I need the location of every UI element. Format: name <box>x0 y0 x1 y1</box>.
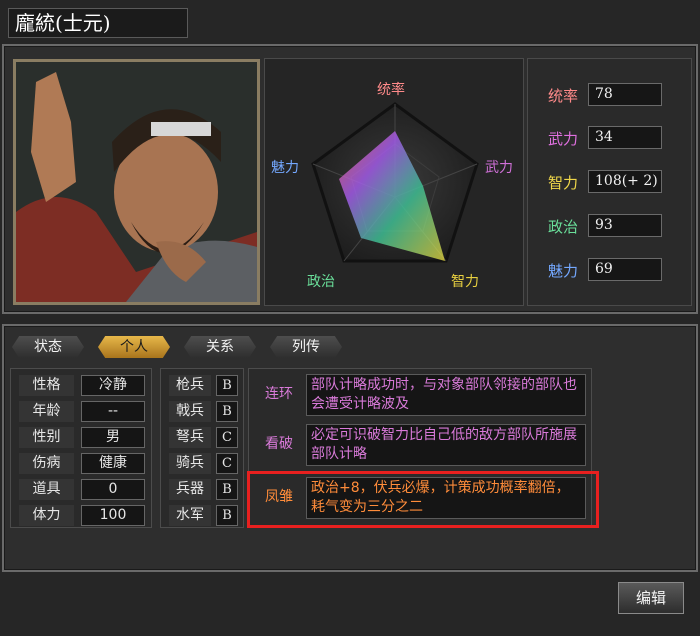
tab-relations[interactable]: 关系 <box>184 336 256 358</box>
tab-biography[interactable]: 列传 <box>270 336 342 358</box>
stat-value: 69 <box>588 258 662 281</box>
aptitude-grade: C <box>216 427 238 448</box>
info-label: 伤病 <box>19 453 74 474</box>
info-label: 性别 <box>19 427 74 448</box>
info-value: 健康 <box>81 453 145 474</box>
info-value: 0 <box>81 479 145 500</box>
edit-button[interactable]: 编辑 <box>618 582 684 614</box>
info-label: 道具 <box>19 479 74 500</box>
stat-label: 武力 <box>548 130 579 148</box>
attribute-radar-chart: 统率 武力 智力 政治 魅力 <box>264 58 524 306</box>
info-value: 冷静 <box>81 375 145 396</box>
tab-status[interactable]: 状态 <box>12 336 84 358</box>
aptitude-grade: C <box>216 453 238 474</box>
skill-description: 部队计略成功时，与对象部队邻接的部队也会遭受计略波及 <box>306 374 586 416</box>
stat-row-war: 武力 34 <box>528 126 693 150</box>
info-value: -- <box>81 401 145 422</box>
stat-value: 78 <box>588 83 662 106</box>
stat-label: 政治 <box>548 218 579 236</box>
skill-name: 连环 <box>265 386 293 402</box>
aptitude-grade: B <box>216 401 238 422</box>
stat-label: 统率 <box>548 87 579 105</box>
radar-label-lead: 统率 <box>377 82 405 98</box>
aptitude-row-cavalry: 骑兵 C <box>169 453 241 475</box>
aptitude-label: 弩兵 <box>169 427 211 448</box>
tab-personal[interactable]: 个人 <box>98 336 170 358</box>
officer-name: 龐統(士元) <box>8 8 188 38</box>
info-value: 100 <box>81 505 145 526</box>
portrait-illustration <box>16 62 257 302</box>
info-row-personality: 性格 冷静 <box>19 375 147 397</box>
info-row-injury: 伤病 健康 <box>19 453 147 475</box>
aptitude-label: 兵器 <box>169 479 211 500</box>
aptitude-label: 骑兵 <box>169 453 211 474</box>
stat-label: 魅力 <box>548 262 579 280</box>
attribute-list: 统率 78 武力 34 智力 108(+ 2) 政治 93 魅力 69 <box>527 58 692 306</box>
info-row-gender: 性别 男 <box>19 427 147 449</box>
radar-label-cha: 魅力 <box>271 160 299 176</box>
radar-label-war: 武力 <box>485 160 513 176</box>
skill-name: 看破 <box>265 436 293 452</box>
stat-value: 108(+ 2) <box>588 170 662 193</box>
skill-row-lianhuan: 连环 部队计略成功时，与对象部队邻接的部队也会遭受计略波及 <box>258 374 588 416</box>
stat-value: 93 <box>588 214 662 237</box>
aptitude-row-halberd: 戟兵 B <box>169 401 241 423</box>
officer-portrait <box>13 59 260 305</box>
stat-row-int: 智力 108(+ 2) <box>528 170 693 194</box>
stat-row-pol: 政治 93 <box>528 214 693 238</box>
skill-highlight-frame <box>247 471 599 528</box>
info-value: 男 <box>81 427 145 448</box>
stat-row-cha: 魅力 69 <box>528 258 693 282</box>
aptitude-label: 枪兵 <box>169 375 211 396</box>
personal-info-box: 性格 冷静 年龄 -- 性别 男 伤病 健康 道具 0 体力 100 <box>10 368 152 528</box>
aptitude-grade: B <box>216 479 238 500</box>
info-label: 性格 <box>19 375 74 396</box>
aptitude-row-navy: 水军 B <box>169 505 241 527</box>
radar-label-pol: 政治 <box>307 274 335 290</box>
skill-description: 必定可识破智力比自己低的敌方部队所施展部队计略 <box>306 424 586 466</box>
aptitude-row-spear: 枪兵 B <box>169 375 241 397</box>
info-row-stamina: 体力 100 <box>19 505 147 527</box>
stat-label: 智力 <box>548 174 579 192</box>
aptitude-row-siege: 兵器 B <box>169 479 241 501</box>
aptitude-label: 戟兵 <box>169 401 211 422</box>
info-row-items: 道具 0 <box>19 479 147 501</box>
troop-aptitude-box: 枪兵 B 戟兵 B 弩兵 C 骑兵 C 兵器 B 水军 B <box>160 368 244 528</box>
aptitude-grade: B <box>216 505 238 526</box>
info-row-age: 年龄 -- <box>19 401 147 423</box>
aptitude-label: 水军 <box>169 505 211 526</box>
aptitude-grade: B <box>216 375 238 396</box>
info-label: 体力 <box>19 505 74 526</box>
info-label: 年龄 <box>19 401 74 422</box>
stat-row-lead: 统率 78 <box>528 83 693 107</box>
aptitude-row-crossbow: 弩兵 C <box>169 427 241 449</box>
skill-row-kanpo: 看破 必定可识破智力比自己低的敌方部队所施展部队计略 <box>258 424 588 466</box>
stat-value: 34 <box>588 126 662 149</box>
radar-label-int: 智力 <box>451 274 479 290</box>
